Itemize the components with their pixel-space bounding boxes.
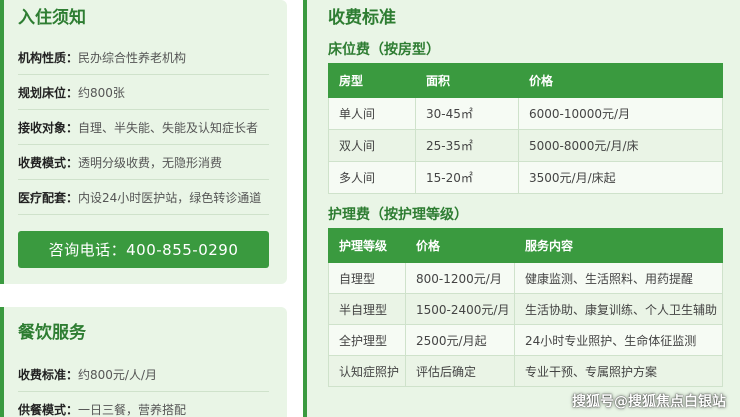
row-key: 收费标准：: [18, 367, 79, 382]
table-cell: 3500元/月/床起: [518, 161, 723, 194]
table-row: 半自理型 1500-2400元/月 生活协助、康复训练、个人卫生辅助: [328, 293, 723, 325]
table-row: 认知症照护 评估后确定 专业干预、专属照护方案: [328, 355, 723, 387]
row-key: 供餐模式：: [18, 402, 79, 417]
table-cell: 800-1200元/月: [405, 262, 515, 294]
notice-row-medical: 医疗配套： 内设24小时医护站，绿色转诊通道: [18, 180, 269, 215]
table-cell: 24小时专业照护、生命体征监测: [514, 324, 723, 356]
table-cell: 半自理型: [328, 293, 406, 325]
column-header: 服务内容: [514, 228, 723, 263]
row-value: 透明分级收费，无隐形消费: [78, 155, 223, 170]
row-value: 内设24小时医护站，绿色转诊通道: [78, 190, 262, 205]
care-fee-table: 护理等级 价格 服务内容 自理型 800-1200元/月 健康监测、生活照料、用…: [328, 228, 723, 387]
table-cell: 单人间: [328, 97, 416, 130]
table-header-row: 房型 面积 价格: [328, 63, 723, 98]
row-value: 约800元/人/月: [78, 367, 158, 382]
watermark: 搜狐号@搜狐焦点白银站: [572, 394, 726, 410]
table-cell: 15-20㎡: [415, 161, 519, 194]
dining-card: 餐饮服务 收费标准： 约800元/人/月 供餐模式： 一日三餐，营养搭配: [0, 307, 287, 417]
notice-row-beds: 规划床位： 约800张: [18, 75, 269, 110]
table-cell: 双人间: [328, 129, 416, 162]
bed-fee-table: 房型 面积 价格 单人间 30-45㎡ 6000-10000元/月 双人间 25…: [328, 63, 723, 194]
row-key: 机构性质：: [18, 50, 79, 65]
notice-card: 入住须知 机构性质： 民办综合性养老机构 规划床位： 约800张 接收对象： 自…: [0, 0, 287, 284]
table-cell: 全护理型: [328, 324, 406, 356]
table-cell: 评估后确定: [405, 355, 515, 387]
table-cell: 1500-2400元/月: [405, 293, 515, 325]
table-cell: 2500元/月起: [405, 324, 515, 356]
row-key: 接收对象：: [18, 120, 79, 135]
table-cell: 5000-8000元/月/床: [518, 129, 723, 162]
table-cell: 6000-10000元/月: [518, 97, 723, 130]
table-row: 双人间 25-35㎡ 5000-8000元/月/床: [328, 129, 723, 162]
column-header: 护理等级: [328, 228, 406, 263]
table-row: 多人间 15-20㎡ 3500元/月/床起: [328, 161, 723, 194]
dining-row-fee: 收费标准： 约800元/人/月: [18, 357, 269, 392]
dining-title: 餐饮服务: [18, 323, 86, 343]
table-cell: 专业干预、专属照护方案: [514, 355, 723, 387]
page: 入住须知 机构性质： 民办综合性养老机构 规划床位： 约800张 接收对象： 自…: [0, 0, 740, 417]
fees-card: 收费标准 床位费（按房型） 房型 面积 价格 单人间 30-45㎡ 6000-1…: [303, 0, 740, 417]
table-row: 自理型 800-1200元/月 健康监测、生活照料、用药提醒: [328, 262, 723, 294]
care-fee-subtitle: 护理费（按护理等级）: [328, 207, 468, 223]
column-header: 房型: [328, 63, 416, 98]
bed-fee-subtitle: 床位费（按房型）: [328, 42, 440, 58]
table-cell: 自理型: [328, 262, 406, 294]
column-header: 价格: [405, 228, 515, 263]
table-cell: 25-35㎡: [415, 129, 519, 162]
table-row: 单人间 30-45㎡ 6000-10000元/月: [328, 97, 723, 130]
row-value: 民办综合性养老机构: [78, 50, 187, 65]
table-header-row: 护理等级 价格 服务内容: [328, 228, 723, 263]
column-header: 价格: [518, 63, 723, 98]
table-cell: 健康监测、生活照料、用药提醒: [514, 262, 723, 294]
dining-row-meal-mode: 供餐模式： 一日三餐，营养搭配: [18, 392, 269, 417]
table-cell: 生活协助、康复训练、个人卫生辅助: [514, 293, 723, 325]
notice-row-nature: 机构性质： 民办综合性养老机构: [18, 40, 269, 75]
notice-row-fee-mode: 收费模式： 透明分级收费，无隐形消费: [18, 145, 269, 180]
notice-title: 入住须知: [18, 8, 86, 28]
table-cell: 认知症照护: [328, 355, 406, 387]
row-value: 约800张: [78, 85, 125, 100]
row-value: 自理、半失能、失能及认知症长者: [78, 120, 259, 135]
row-key: 规划床位：: [18, 85, 79, 100]
column-header: 面积: [415, 63, 519, 98]
row-key: 医疗配套：: [18, 190, 79, 205]
fees-title: 收费标准: [328, 8, 396, 28]
notice-row-eligibility: 接收对象： 自理、半失能、失能及认知症长者: [18, 110, 269, 145]
row-value: 一日三餐，营养搭配: [78, 402, 187, 417]
table-cell: 多人间: [328, 161, 416, 194]
call-phone-button[interactable]: 咨询电话：400-855-0290: [18, 231, 269, 268]
table-row: 全护理型 2500元/月起 24小时专业照护、生命体征监测: [328, 324, 723, 356]
row-key: 收费模式：: [18, 155, 79, 170]
table-cell: 30-45㎡: [415, 97, 519, 130]
